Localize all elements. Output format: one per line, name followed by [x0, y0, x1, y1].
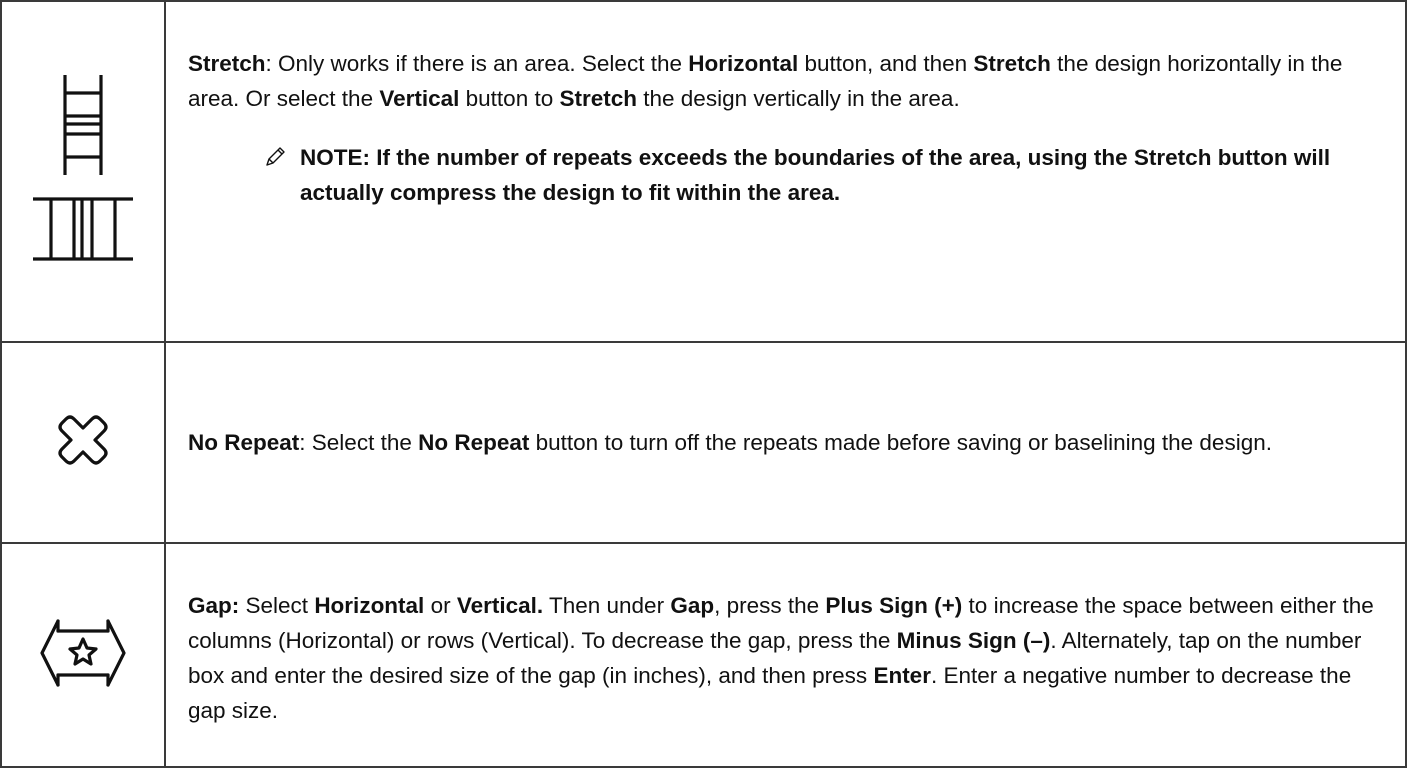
pencil-icon	[266, 147, 285, 166]
bold-text: Plus Sign (+)	[825, 593, 963, 618]
text-run: , press the	[714, 593, 826, 618]
icon-cell	[0, 0, 166, 343]
table-row-gap: Gap: Select Horizontal or Vertical. Then…	[0, 542, 1407, 768]
bold-text: Vertical	[379, 86, 460, 111]
bold-text: Minus Sign (–)	[896, 628, 1051, 653]
bold-text: No Repeat	[188, 430, 300, 455]
text-run: the design vertically in the area.	[637, 86, 960, 111]
note-block: NOTE: If the number of repeats exceeds t…	[188, 140, 1387, 210]
bold-text: Enter	[873, 663, 931, 688]
text-run: button to turn off the repeats made befo…	[529, 430, 1272, 455]
bold-text: Vertical.	[456, 593, 544, 618]
bold-text: Stretch	[973, 51, 1051, 76]
icon-cell	[0, 542, 166, 768]
text-run: : Only works if there is an area. Select…	[265, 51, 689, 76]
bold-text: Stretch	[188, 51, 266, 76]
description-cell: Stretch: Only works if there is an area.…	[164, 0, 1407, 343]
text-run: or	[424, 593, 457, 618]
bold-text: Horizontal	[314, 593, 425, 618]
bold-text: Gap:	[188, 593, 240, 618]
instruction-table: Stretch: Only works if there is an area.…	[0, 0, 1407, 768]
gap-description: Gap: Select Horizontal or Vertical. Then…	[188, 588, 1387, 728]
text-run: : Select the	[299, 430, 419, 455]
table-row-stretch: Stretch: Only works if there is an area.…	[0, 0, 1407, 343]
text-run: button to	[459, 86, 560, 111]
note-text: NOTE: If the number of repeats exceeds t…	[300, 145, 1331, 205]
gap-icon	[40, 618, 126, 687]
text-run: Then under	[543, 593, 671, 618]
bold-text: Horizontal	[688, 51, 799, 76]
no-repeat-description: No Repeat: Select the No Repeat button t…	[188, 425, 1387, 460]
description-cell: Gap: Select Horizontal or Vertical. Then…	[164, 542, 1407, 768]
icon-cell	[0, 341, 166, 544]
bold-text: Gap	[670, 593, 715, 618]
table-row-no-repeat: No Repeat: Select the No Repeat button t…	[0, 341, 1407, 544]
bold-text: Stretch	[559, 86, 638, 111]
description-cell: No Repeat: Select the No Repeat button t…	[164, 341, 1407, 544]
no-repeat-icon	[58, 415, 108, 465]
bold-text: No Repeat	[418, 430, 530, 455]
stretch-vertical-icon	[33, 196, 133, 261]
stretch-horizontal-icon	[63, 74, 103, 175]
stretch-description: Stretch: Only works if there is an area.…	[188, 46, 1387, 116]
text-run: button, and then	[798, 51, 974, 76]
text-run: Select	[239, 593, 315, 618]
